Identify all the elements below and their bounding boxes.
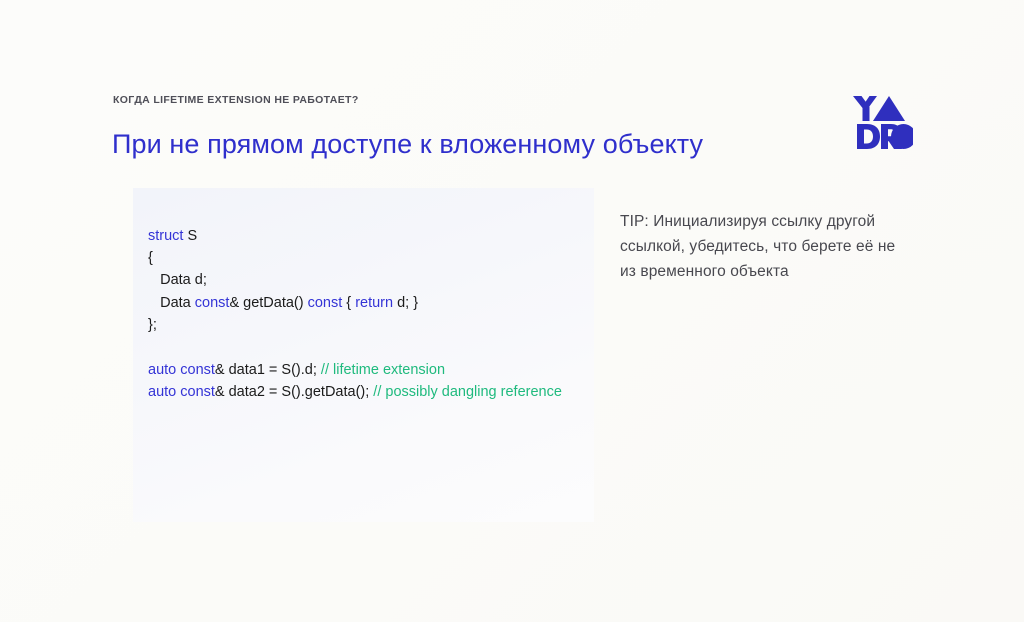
code-line: }; (148, 314, 578, 336)
code-token: { (342, 294, 356, 311)
code-token: & data1 = S().d; (214, 361, 321, 378)
code-token: { (148, 249, 153, 266)
code-line: Data d; (148, 269, 578, 291)
code-block: struct S { Data d; Data const& getData() … (148, 225, 578, 404)
page-title: При не прямом доступе к вложенному объек… (112, 129, 704, 160)
code-token: // lifetime extension (320, 361, 446, 378)
code-token: const (307, 294, 343, 311)
code-token: return (355, 294, 394, 311)
code-line: struct S (148, 225, 578, 247)
code-token: d; } (393, 294, 419, 311)
tip-text: TIP: Инициализируя ссылку другой ссылкой… (620, 213, 896, 280)
code-token: & data2 = S().getData(); (214, 384, 374, 401)
code-line: { (148, 247, 578, 269)
yadro-logo (853, 96, 916, 150)
code-token: S (187, 227, 198, 244)
slide-root: КОГДА LIFETIME EXTENSION НЕ РАБОТАЕТ? Пр… (0, 0, 1024, 622)
code-token: auto const (148, 361, 215, 378)
code-token: struct (148, 227, 188, 244)
code-token: }; (148, 317, 157, 334)
yadro-logo-mark (853, 96, 916, 149)
code-line: Data const& getData() const { return d; … (148, 292, 578, 314)
code-token: const (194, 294, 230, 311)
code-line: auto const& data1 = S().d; // lifetime e… (148, 359, 578, 381)
code-token: // possibly dangling reference (373, 384, 562, 401)
code-token: auto const (148, 384, 215, 401)
slide-eyebrow: КОГДА LIFETIME EXTENSION НЕ РАБОТАЕТ? (113, 94, 359, 106)
code-line: auto const& data2 = S().getData(); // po… (148, 381, 578, 403)
code-token: & getData() (229, 294, 308, 311)
code-token: Data d; (148, 272, 207, 289)
code-token: Data (148, 294, 195, 311)
